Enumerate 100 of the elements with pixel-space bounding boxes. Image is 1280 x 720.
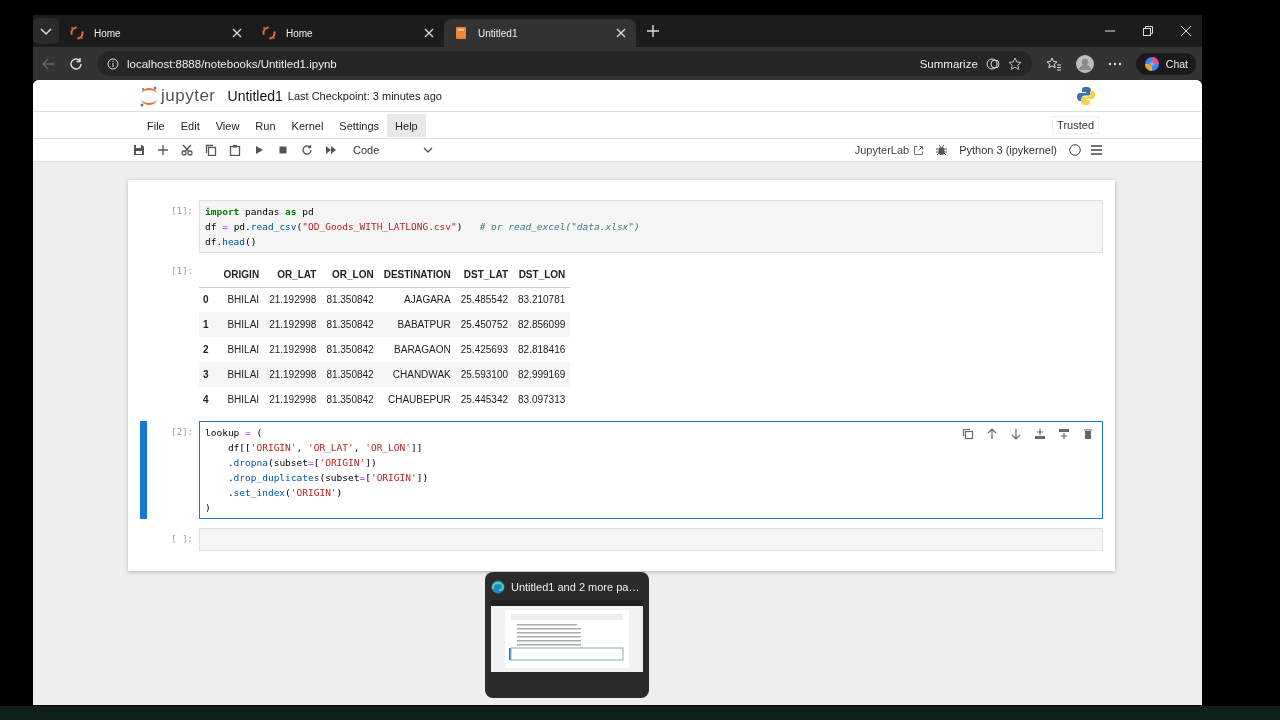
summarize-icon <box>985 56 1000 71</box>
browser-tab[interactable]: Home <box>252 19 444 47</box>
restore-icon[interactable] <box>1143 26 1153 36</box>
run-icon[interactable] <box>253 144 265 156</box>
kernel-status-icon <box>1069 144 1081 156</box>
code-line: lookup = ( <box>205 426 263 440</box>
star-icon[interactable] <box>1007 56 1022 71</box>
duplicate-icon[interactable] <box>962 428 974 440</box>
restart-icon[interactable] <box>301 144 313 156</box>
info-icon <box>107 57 119 70</box>
column-header: DESTINATION <box>378 262 456 287</box>
table-cell: 83.097313 <box>513 387 571 412</box>
table-cell: BHILAI <box>218 387 265 412</box>
chat-button[interactable]: Chat <box>1135 52 1196 75</box>
row-index: 2 <box>199 337 219 362</box>
cut-icon[interactable] <box>181 144 193 156</box>
table-cell: 25.450752 <box>455 312 513 337</box>
menu-item[interactable]: File <box>139 113 173 137</box>
trusted-indicator[interactable]: Trusted <box>1052 116 1099 134</box>
address-field[interactable]: localhost:8888/notebooks/Untitled1.ipynb Summarize <box>97 51 1032 76</box>
paste-icon[interactable] <box>229 144 241 156</box>
move-up-icon[interactable] <box>986 428 998 440</box>
table-cell: 82.818416 <box>513 337 571 362</box>
execution-count: [1]: <box>170 205 194 218</box>
tab-title: Home <box>286 27 314 39</box>
reload-icon[interactable] <box>69 56 83 71</box>
browser-tab[interactable]: Untitled1 <box>444 19 636 47</box>
insert-above-icon[interactable] <box>1034 428 1046 440</box>
table-cell: BHILAI <box>218 362 265 387</box>
table-cell: 82.856099 <box>513 312 571 337</box>
table-cell: AJAGARA <box>378 287 456 312</box>
table-cell: BHILAI <box>218 337 265 362</box>
table-cell: CHAUBEPUR <box>378 387 456 412</box>
code-line: .drop_duplicates(subset=['ORIGIN']) <box>226 471 429 485</box>
table-cell: CHANDWAK <box>378 362 456 387</box>
table-cell: 21.192998 <box>264 337 322 362</box>
jupyter-logo-icon <box>262 26 276 40</box>
row-index: 0 <box>199 287 219 312</box>
add-icon[interactable] <box>157 144 169 156</box>
code-line: import pandas as pd <box>205 205 314 219</box>
stop-icon[interactable] <box>277 144 289 156</box>
table-cell: 21.192998 <box>264 312 322 337</box>
taskbar-preview[interactable]: Untitled1 and 2 more pa… <box>485 572 649 698</box>
menu-item[interactable]: Help <box>387 113 426 137</box>
code-line: df = pd.read_csv("OD_Goods_WITH_LATLONG.csv") # or read_excel("data.xlsx") <box>205 220 640 234</box>
external-link-icon[interactable] <box>913 144 925 156</box>
avatar-icon[interactable] <box>1075 54 1094 73</box>
kernel-name[interactable]: Python 3 (ipykernel) <box>959 144 1057 156</box>
execution-count: [1]: <box>170 265 194 278</box>
menu-icon[interactable] <box>1091 145 1102 155</box>
tab-title: Untitled1 <box>478 27 519 39</box>
new-tab-icon[interactable] <box>646 24 660 38</box>
notebook-title[interactable]: Untitled1 <box>227 87 283 104</box>
cell-type-dropdown[interactable]: Code <box>353 144 434 156</box>
menu-item[interactable]: Kernel <box>283 113 332 137</box>
preview-title: Untitled1 and 2 more pa… <box>511 581 640 593</box>
close-icon[interactable] <box>616 28 626 38</box>
tab-list-button[interactable] <box>33 18 59 44</box>
copilot-icon <box>1143 55 1160 72</box>
code-cell-editor[interactable] <box>199 528 1103 551</box>
execution-count: [2]: <box>170 426 194 439</box>
code-line: df.head() <box>205 235 257 249</box>
insert-below-icon[interactable] <box>1058 428 1070 440</box>
close-icon[interactable] <box>1181 26 1191 36</box>
jupyterlab-link[interactable]: JupyterLab <box>854 144 910 156</box>
execution-count: [ ]: <box>170 533 194 546</box>
menu-item[interactable]: View <box>207 113 248 137</box>
table-cell: 81.350842 <box>321 287 379 312</box>
table-cell: 81.350842 <box>321 312 379 337</box>
save-icon[interactable] <box>133 144 145 156</box>
table-cell: 83.210781 <box>513 287 571 312</box>
code-line: ) <box>205 501 211 515</box>
menu-item[interactable]: Settings <box>331 113 388 137</box>
summarize-button[interactable]: Summarize <box>919 57 978 70</box>
fast-forward-icon[interactable] <box>325 144 337 156</box>
move-down-icon[interactable] <box>1010 428 1022 440</box>
table-cell: BARAGAON <box>378 337 456 362</box>
code-cell-editor[interactable]: import pandas as pd df = pd.read_csv("OD_Goods_WITH_LATLONG.csv") # or read_excel("data.xlsx") df.head() <box>199 200 1103 253</box>
copy-icon[interactable] <box>205 144 217 156</box>
code-line: .set_index('ORIGIN') <box>226 486 343 500</box>
bug-icon[interactable] <box>936 144 948 156</box>
browser-tab[interactable]: Home <box>60 19 252 47</box>
caret-icon <box>423 147 434 153</box>
more-icon[interactable] <box>1107 61 1122 66</box>
notebook-icon <box>454 26 468 40</box>
delete-icon[interactable] <box>1082 428 1094 440</box>
close-icon[interactable] <box>424 28 434 38</box>
favorites-icon[interactable] <box>1045 56 1062 71</box>
row-index: 4 <box>199 387 219 412</box>
checkpoint-text: Last Checkpoint: 3 minutes ago <box>287 89 442 102</box>
table-cell: 81.350842 <box>321 337 379 362</box>
jupyter-wordmark: jupyter <box>161 85 216 106</box>
python-logo-icon[interactable] <box>1076 85 1096 106</box>
menu-item[interactable]: Run <box>247 113 284 137</box>
close-icon[interactable] <box>232 28 242 38</box>
table-cell: 25.425693 <box>455 337 513 362</box>
table-cell: 81.350842 <box>321 387 379 412</box>
column-header: ORIGIN <box>218 262 265 287</box>
code-cell-editor[interactable]: lookup = ( df[['ORIGIN', 'OR_LAT', 'OR_LON']] .dropna(subset=['ORIGIN']) .drop_duplicates(subset=['ORIGIN']) .set_index('ORIGIN') ) <box>199 421 1103 519</box>
menu-item[interactable]: Edit <box>172 113 208 137</box>
